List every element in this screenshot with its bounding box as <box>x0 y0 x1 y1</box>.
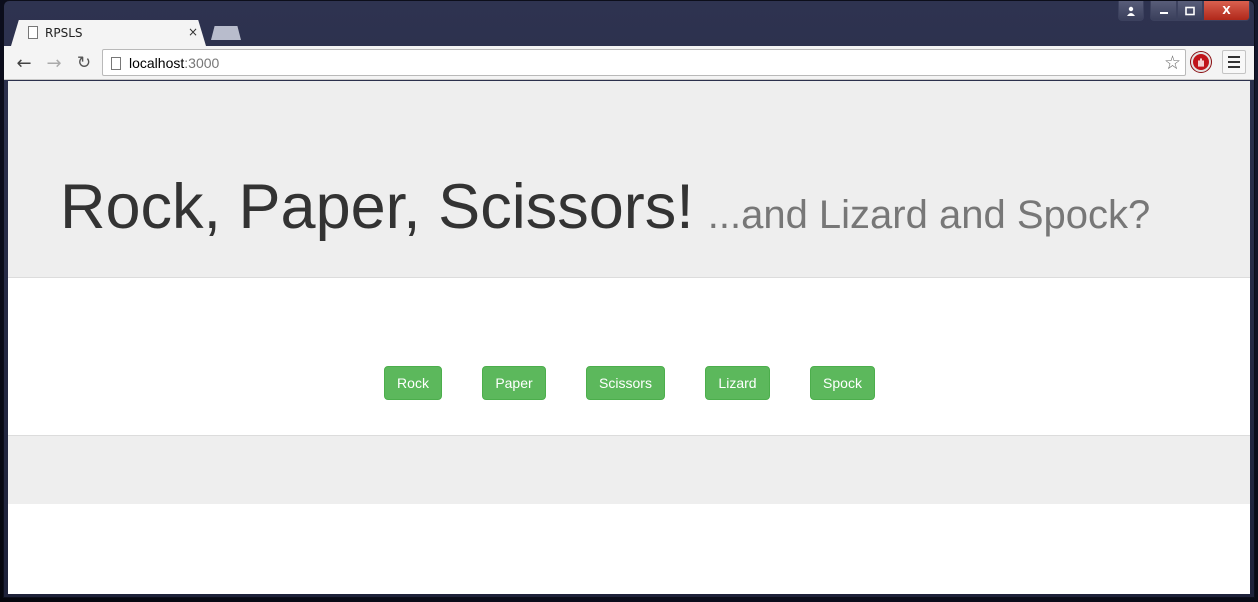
adblock-extension-icon[interactable] <box>1191 52 1211 72</box>
window-controls: X <box>1118 1 1250 21</box>
tab-rpsls[interactable]: RPSLS × <box>11 20 206 46</box>
tab-close-icon[interactable]: × <box>188 25 198 39</box>
minimize-button[interactable] <box>1150 1 1177 21</box>
forward-icon[interactable]: → <box>42 51 66 75</box>
maximize-button[interactable] <box>1177 1 1203 21</box>
rock-button[interactable]: Rock <box>384 366 442 400</box>
profile-icon[interactable] <box>1118 1 1144 21</box>
new-tab-button[interactable] <box>211 26 241 40</box>
spock-button[interactable]: Spock <box>810 366 875 400</box>
tab-title: RPSLS <box>45 26 83 40</box>
page-viewport: Rock, Paper, Scissors! ...and Lizard and … <box>8 81 1250 594</box>
page-icon <box>28 26 38 39</box>
menu-icon[interactable] <box>1222 50 1246 74</box>
back-icon[interactable]: ← <box>12 51 36 75</box>
page-icon <box>111 57 121 70</box>
scissors-button[interactable]: Scissors <box>586 366 665 400</box>
footer-band <box>8 435 1250 504</box>
reload-icon[interactable]: ↻ <box>72 51 96 75</box>
jumbotron: Rock, Paper, Scissors! ...and Lizard and … <box>8 81 1250 278</box>
page-title: Rock, Paper, Scissors! <box>60 172 694 242</box>
close-window-button[interactable]: X <box>1203 1 1250 21</box>
page-heading: Rock, Paper, Scissors! ...and Lizard and … <box>60 171 1150 243</box>
page-subtitle: ...and Lizard and Spock? <box>707 193 1151 237</box>
browser-toolbar: ← → ↻ localhost:3000 ☆ <box>4 46 1254 80</box>
bookmark-star-icon[interactable]: ☆ <box>1164 52 1181 74</box>
lizard-button[interactable]: Lizard <box>705 366 770 400</box>
address-bar[interactable]: localhost:3000 ☆ <box>102 49 1186 76</box>
paper-button[interactable]: Paper <box>482 366 546 400</box>
url-text: localhost:3000 <box>129 55 220 71</box>
